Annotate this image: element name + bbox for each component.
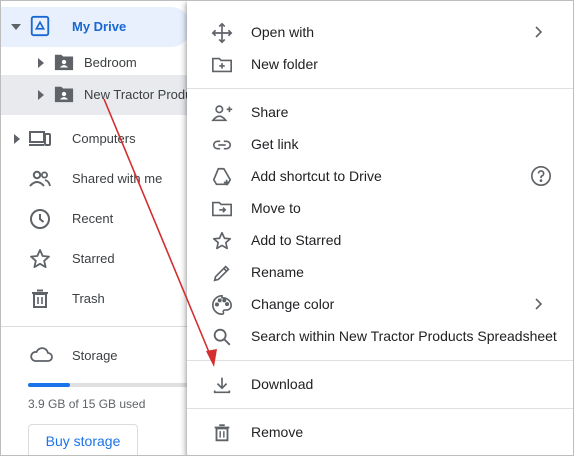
caret-down-icon[interactable] xyxy=(11,24,21,30)
sidebar-item-label: My Drive xyxy=(72,19,127,34)
menu-item-change-color[interactable]: Change color xyxy=(187,288,573,320)
menu-item-get-link[interactable]: Get link xyxy=(187,128,573,160)
chevron-right-icon xyxy=(531,25,545,39)
sidebar-item-label: Recent xyxy=(72,211,114,226)
star-icon xyxy=(211,230,233,252)
palette-icon xyxy=(211,294,233,316)
clock-icon xyxy=(28,207,52,231)
link-icon xyxy=(211,134,233,156)
menu-item-move-to[interactable]: Move to xyxy=(187,192,573,224)
menu-item-label: Remove xyxy=(251,424,304,440)
buy-storage-button[interactable]: Buy storage xyxy=(28,424,138,455)
drive-icon xyxy=(29,15,53,39)
menu-item-label: Add shortcut to Drive xyxy=(251,168,382,184)
shared-folder-icon xyxy=(53,84,77,108)
menu-item-add-to-starred[interactable]: Add to Starred xyxy=(187,224,573,256)
download-icon xyxy=(211,374,233,396)
storage-usage-bar xyxy=(28,383,188,387)
menu-item-label: Search within New Tractor Products Sprea… xyxy=(251,328,557,344)
search-icon xyxy=(211,326,233,348)
sidebar-item-trash[interactable]: Trash xyxy=(1,279,201,319)
help-icon[interactable] xyxy=(530,165,552,187)
shared-folder-icon xyxy=(53,52,77,76)
caret-right-icon[interactable] xyxy=(14,134,20,144)
pencil-icon xyxy=(211,262,233,284)
menu-item-label: Open with xyxy=(251,24,315,40)
sidebar-item-label: Storage xyxy=(72,348,118,363)
open-with-icon xyxy=(211,22,233,44)
screenshot-frame: My Drive Bedroom New Tractor Produ Compu… xyxy=(0,0,574,456)
folder-label: Bedroom xyxy=(84,55,137,70)
sidebar-item-shared-with-me[interactable]: Shared with me xyxy=(1,159,201,199)
menu-item-label: Get link xyxy=(251,136,299,152)
menu-item-label: Add to Starred xyxy=(251,232,342,248)
menu-separator xyxy=(187,408,573,409)
menu-item-download[interactable]: Download xyxy=(187,368,573,400)
person-add-icon xyxy=(211,102,233,124)
menu-item-add-shortcut[interactable]: Add shortcut to Drive xyxy=(187,160,573,192)
menu-item-label: Download xyxy=(251,376,314,392)
sidebar-divider xyxy=(1,326,201,327)
caret-right-icon[interactable] xyxy=(38,90,44,100)
sidebar-item-recent[interactable]: Recent xyxy=(1,199,201,239)
storage-usage-fill xyxy=(28,383,70,387)
move-to-icon xyxy=(211,198,233,220)
menu-separator xyxy=(187,360,573,361)
menu-item-label: Change color xyxy=(251,296,335,312)
trash-icon xyxy=(211,422,233,444)
tree-item-new-tractor-products[interactable]: New Tractor Produ xyxy=(1,75,201,115)
menu-item-open-with[interactable]: Open with xyxy=(187,16,573,48)
drive-shortcut-icon xyxy=(211,166,233,188)
computers-icon xyxy=(28,127,52,151)
sidebar-item-storage[interactable]: Storage xyxy=(1,335,201,375)
star-icon xyxy=(28,247,52,271)
menu-item-label: Move to xyxy=(251,200,301,216)
sidebar-item-starred[interactable]: Starred xyxy=(1,239,201,279)
menu-item-remove[interactable]: Remove xyxy=(187,416,573,448)
sidebar-item-label: Computers xyxy=(72,131,136,146)
sidebar-item-my-drive[interactable]: My Drive xyxy=(1,7,191,47)
menu-item-label: Share xyxy=(251,104,289,120)
cloud-icon xyxy=(28,343,53,367)
sidebar-item-label: Shared with me xyxy=(72,171,163,186)
chevron-right-icon xyxy=(531,297,545,311)
sidebar: My Drive Bedroom New Tractor Produ Compu… xyxy=(1,1,201,455)
folder-label: New Tractor Produ xyxy=(84,87,193,102)
caret-right-icon[interactable] xyxy=(38,58,44,68)
menu-item-label: New folder xyxy=(251,56,318,72)
menu-separator xyxy=(187,88,573,89)
storage-usage-text: 3.9 GB of 15 GB used xyxy=(28,397,146,411)
sidebar-item-computers[interactable]: Computers xyxy=(1,119,201,159)
menu-item-rename[interactable]: Rename xyxy=(187,256,573,288)
sidebar-item-label: Starred xyxy=(72,251,115,266)
menu-item-label: Rename xyxy=(251,264,304,280)
new-folder-icon xyxy=(211,54,233,76)
people-icon xyxy=(28,167,52,191)
menu-item-new-folder[interactable]: New folder xyxy=(187,48,573,80)
trash-icon xyxy=(28,287,52,311)
context-menu: Open with New folder Share Get link Add … xyxy=(187,1,573,455)
menu-item-share[interactable]: Share xyxy=(187,96,573,128)
sidebar-item-label: Trash xyxy=(72,291,105,306)
menu-item-search-within[interactable]: Search within New Tractor Products Sprea… xyxy=(187,320,573,352)
